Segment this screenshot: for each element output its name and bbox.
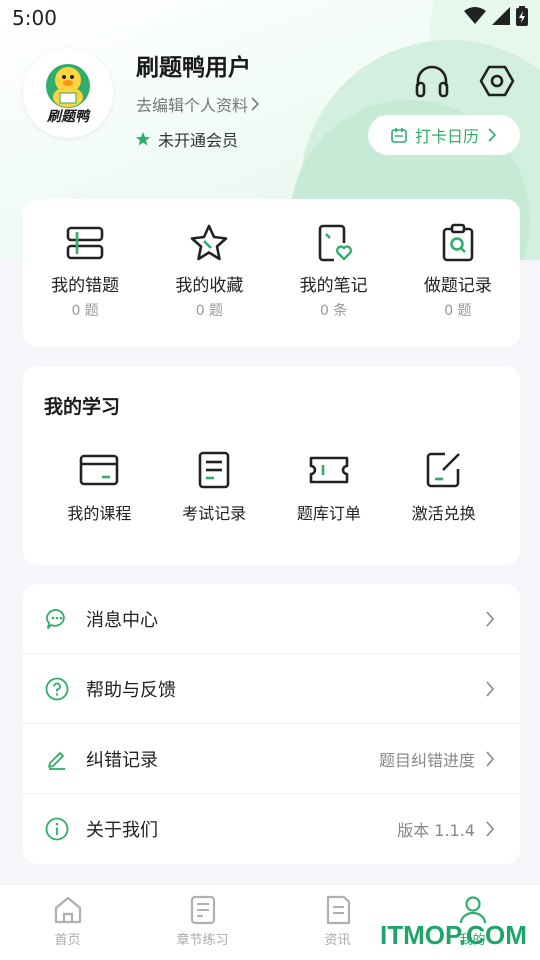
quick-item-label: 我的错题 — [51, 276, 120, 296]
quick-item-label: 我的笔记 — [299, 276, 368, 296]
chevron-right-icon — [486, 821, 495, 837]
duck-logo-icon — [46, 64, 90, 108]
quick-item-count: 0 条 — [319, 303, 348, 319]
quick-item-notes[interactable]: 我的笔记 0 条 — [272, 223, 396, 347]
menu-item-right: 题目纠错进度 — [379, 747, 495, 771]
my-study-items: 我的课程 考试记录 题库订单 激活兑换 — [23, 450, 520, 524]
quick-item-wrong-questions[interactable]: 我的错题 0 题 — [23, 223, 147, 347]
gear-icon — [479, 65, 515, 97]
edit-profile-link[interactable]: 去编辑个人资料 — [136, 92, 260, 116]
signal-icon — [492, 7, 510, 29]
member-status-label: 未开通会员 — [158, 131, 239, 150]
wrong-questions-icon — [66, 226, 104, 260]
status-icons — [464, 6, 528, 30]
menu-item-error-records[interactable]: 纠错记录 题目纠错进度 — [23, 724, 520, 794]
chevron-right-icon — [488, 128, 497, 142]
menu-item-message-center[interactable]: 消息中心 — [23, 584, 520, 654]
tab-home[interactable]: 首页 — [0, 885, 135, 960]
avatar-logo-text: 刷题鸭 — [47, 109, 89, 125]
quick-actions-card: 我的错题 0 题 我的收藏 0 题 我的笔记 0 条 做题记录 0 题 — [23, 199, 520, 347]
chapter-practice-icon — [190, 895, 215, 925]
status-bar: 5:00 — [0, 0, 540, 36]
edit-square-icon — [426, 452, 460, 488]
menu-item-right — [475, 680, 495, 698]
battery-icon — [516, 6, 528, 30]
customer-service-button[interactable] — [412, 61, 452, 101]
pencil-icon — [44, 746, 70, 772]
document-icon — [198, 451, 230, 489]
study-item-label: 激活兑换 — [411, 504, 476, 523]
quick-item-favorites[interactable]: 我的收藏 0 题 — [147, 223, 271, 347]
checkin-calendar-button[interactable]: 打卡日历 — [368, 115, 520, 155]
chevron-right-icon — [486, 750, 495, 767]
menu-item-help-feedback[interactable]: 帮助与反馈 — [23, 654, 520, 724]
notes-icon — [318, 224, 352, 262]
clipboard-search-icon — [442, 223, 474, 262]
study-item-label: 考试记录 — [182, 504, 247, 523]
chevron-right-icon — [486, 610, 495, 627]
quick-item-label: 我的收藏 — [175, 276, 244, 296]
chevron-right-icon — [486, 680, 495, 697]
menu-item-label: 纠错记录 — [86, 749, 158, 771]
study-item-label: 我的课程 — [67, 504, 132, 523]
ticket-icon — [309, 456, 349, 484]
quick-item-label: 做题记录 — [423, 276, 492, 296]
chevron-right-icon — [251, 97, 260, 111]
calendar-icon — [391, 128, 407, 143]
edit-profile-label: 去编辑个人资料 — [136, 96, 249, 115]
menu-item-label: 关于我们 — [86, 820, 158, 841]
help-icon — [44, 676, 70, 702]
tab-label: 资讯 — [324, 933, 351, 948]
tab-label: 首页 — [54, 933, 81, 948]
study-item-courses[interactable]: 我的课程 — [42, 450, 157, 524]
menu-item-label: 消息中心 — [86, 609, 158, 631]
menu-item-about-us[interactable]: 关于我们 版本 1.1.4 — [23, 794, 520, 864]
tab-chapter-practice[interactable]: 章节练习 — [135, 885, 270, 960]
study-item-activate-redeem[interactable]: 激活兑换 — [386, 450, 501, 524]
tab-label: 章节练习 — [176, 933, 229, 948]
my-study-title: 我的学习 — [44, 396, 121, 418]
home-icon — [54, 896, 81, 924]
menu-item-label: 帮助与反馈 — [86, 679, 176, 701]
quick-item-practice-records[interactable]: 做题记录 0 题 — [396, 223, 520, 347]
headphones-icon — [415, 65, 449, 98]
news-icon — [326, 895, 350, 925]
study-item-question-bank-orders[interactable]: 题库订单 — [272, 450, 387, 524]
app-version: 版本 1.1.4 — [397, 821, 475, 840]
star-badge-icon — [136, 132, 150, 146]
checkin-label: 打卡日历 — [414, 127, 479, 146]
quick-item-count: 0 题 — [444, 303, 472, 319]
quick-item-count: 0 题 — [71, 303, 99, 319]
menu-item-right: 版本 1.1.4 — [397, 817, 495, 841]
member-status[interactable]: 未开通会员 — [136, 127, 238, 151]
menu-item-right — [475, 610, 495, 628]
info-icon — [44, 816, 70, 842]
course-card-icon — [80, 454, 119, 486]
status-time: 5:00 — [12, 6, 57, 30]
watermark: ITMOP.COM — [380, 920, 527, 950]
wifi-icon — [464, 7, 486, 29]
menu-list-card: 消息中心 帮助与反馈 纠错记录 题目纠错进度 关于我们 版本 1.1.4 — [23, 584, 520, 864]
message-icon — [44, 606, 70, 632]
study-item-exam-records[interactable]: 考试记录 — [157, 450, 272, 524]
avatar[interactable]: 刷题鸭 — [23, 48, 113, 138]
my-study-card: 我的学习 我的课程 考试记录 题库订单 激活兑换 — [23, 366, 520, 565]
username: 刷题鸭用户 — [136, 55, 251, 81]
star-icon — [191, 224, 228, 261]
quick-item-count: 0 题 — [195, 303, 224, 319]
study-item-label: 题库订单 — [296, 504, 361, 523]
menu-item-detail: 题目纠错进度 — [378, 750, 475, 770]
settings-button[interactable] — [477, 61, 517, 101]
